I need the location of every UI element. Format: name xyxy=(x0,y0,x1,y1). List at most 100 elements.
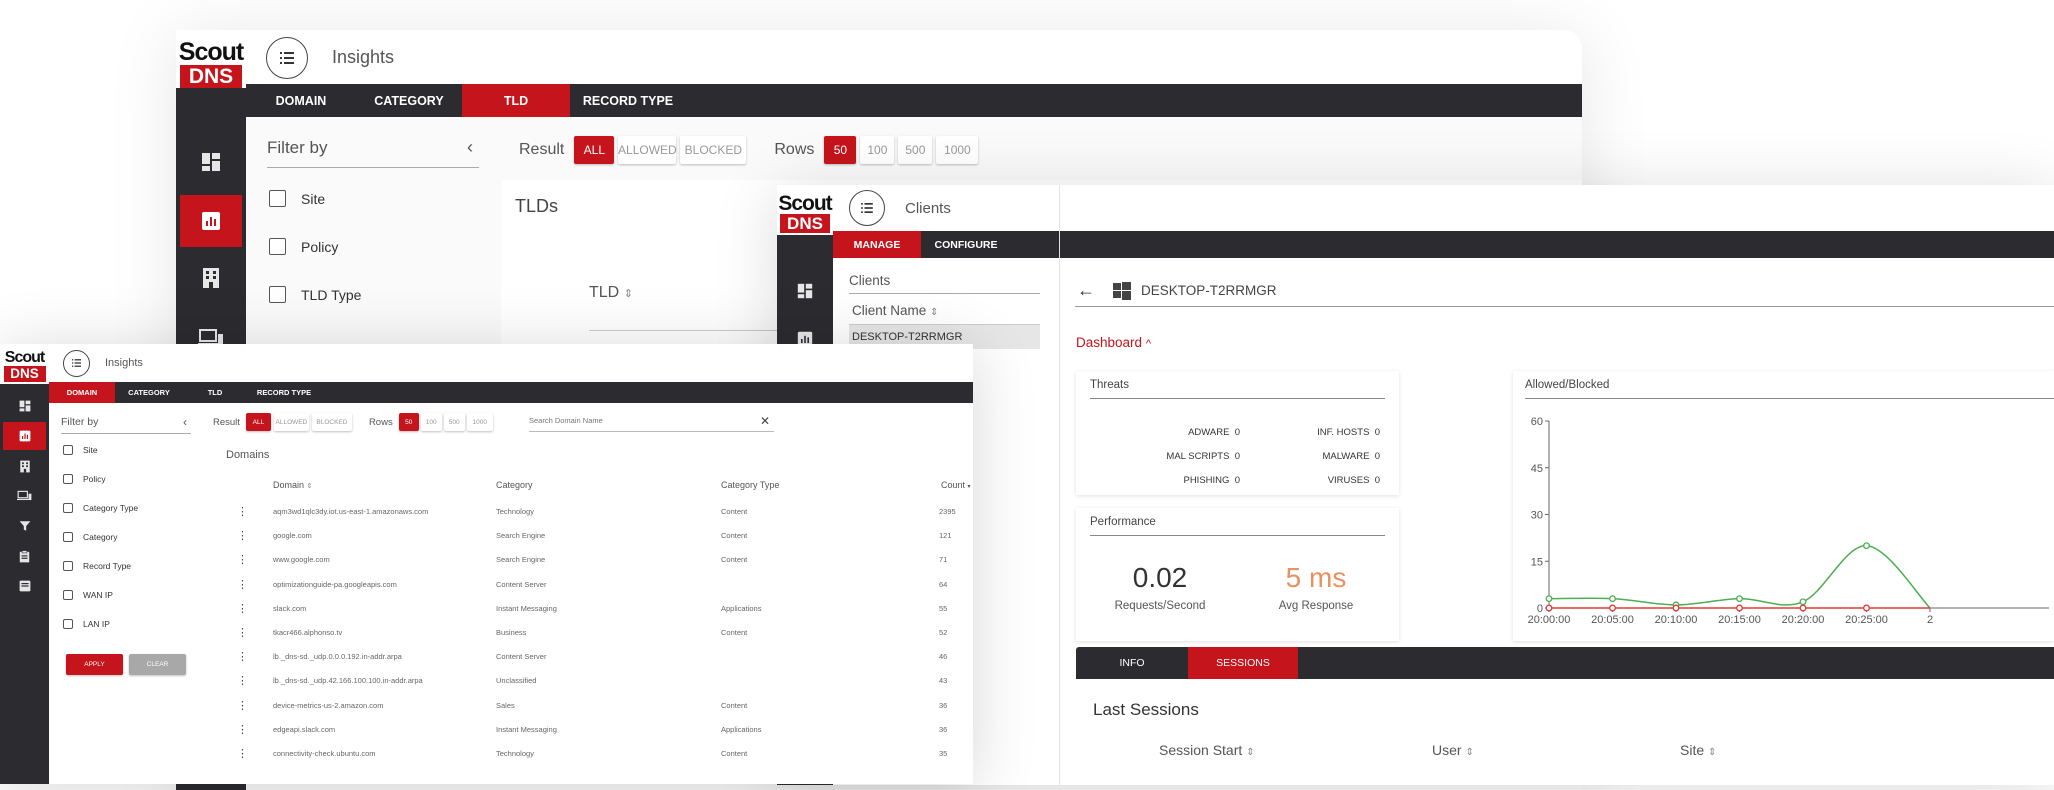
column-category-type[interactable]: Category Type xyxy=(721,480,779,490)
search-field[interactable]: ✕ xyxy=(529,410,774,432)
table-row[interactable]: ⋮ edgeapi.slack.com Instant Messaging Appli… xyxy=(210,718,973,742)
collapse-chevron-icon[interactable]: ‹ xyxy=(183,415,191,429)
nav-sites-icon[interactable] xyxy=(176,252,246,304)
table-row[interactable]: ⋮ tkacr466.alphonso.tv Business Content 52 xyxy=(210,621,973,645)
menu-icon[interactable] xyxy=(849,190,885,226)
column-category[interactable]: Category xyxy=(496,480,533,490)
result-blocked-button[interactable]: BLOCKED xyxy=(680,136,747,164)
nav-dashboard-icon[interactable] xyxy=(777,269,833,313)
table-row[interactable]: ⋮ device-metrics-us-2.amazon.com Sales Cont… xyxy=(210,694,973,718)
nav-logs-clipboard-icon[interactable] xyxy=(0,542,49,570)
tab-tld[interactable]: TLD xyxy=(462,84,570,117)
result-allowed-button[interactable]: ALLOWED xyxy=(618,136,677,164)
row-actions-kebab-icon[interactable]: ⋮ xyxy=(237,553,248,566)
tab-category[interactable]: CATEGORY xyxy=(356,84,462,117)
collapse-chevron-icon[interactable]: ‹ xyxy=(467,137,479,158)
table-row[interactable]: ⋮ aqm3wd1qlc3dy.iot.us-east-1.amazonaws.c… xyxy=(210,500,973,524)
tab-domain[interactable]: DOMAIN xyxy=(246,84,356,117)
tab-category[interactable]: CATEGORY xyxy=(115,382,183,403)
row-actions-kebab-icon[interactable]: ⋮ xyxy=(237,723,248,736)
tab-record-type[interactable]: RECORD TYPE xyxy=(247,382,321,403)
row-actions-kebab-icon[interactable]: ⋮ xyxy=(237,529,248,542)
table-row[interactable]: ⋮ google.com Search Engine Content 121 xyxy=(210,524,973,548)
rows-500-button[interactable]: 500 xyxy=(443,413,465,431)
apply-button[interactable]: APPLY xyxy=(66,654,123,675)
nav-sites-icon[interactable] xyxy=(0,452,49,480)
filter-option-category-type[interactable]: Category Type xyxy=(61,503,191,513)
tab-domain[interactable]: DOMAIN xyxy=(49,382,115,403)
checkbox[interactable] xyxy=(63,532,73,542)
search-input[interactable] xyxy=(529,416,729,425)
column-user[interactable]: User ⇕ xyxy=(1432,742,1474,758)
close-icon[interactable]: ✕ xyxy=(760,414,774,428)
tab-sessions[interactable]: SESSIONS xyxy=(1188,647,1298,679)
rows-1000-button[interactable]: 1000 xyxy=(936,136,979,164)
column-session-start[interactable]: Session Start ⇕ xyxy=(1159,742,1255,758)
nav-insights-icon[interactable] xyxy=(180,195,242,247)
nav-devices-icon[interactable] xyxy=(0,482,49,510)
menu-icon[interactable] xyxy=(63,349,90,377)
filter-option-category[interactable]: Category xyxy=(61,532,191,542)
row-actions-kebab-icon[interactable]: ⋮ xyxy=(237,602,248,615)
checkbox[interactable] xyxy=(63,474,73,484)
clear-button[interactable]: CLEAR xyxy=(129,654,186,675)
rows-50-button[interactable]: 50 xyxy=(398,413,419,431)
filter-option-site[interactable]: Site xyxy=(61,445,191,455)
checkbox[interactable] xyxy=(63,561,73,571)
rows-100-button[interactable]: 100 xyxy=(860,136,895,164)
checkbox[interactable] xyxy=(269,238,286,255)
table-row[interactable]: ⋮ lb._dns-sd._udp.42.166.100.100.in-addr.… xyxy=(210,669,973,693)
column-site[interactable]: Site ⇕ xyxy=(1680,742,1716,758)
table-row[interactable]: ⋮ slack.com Instant Messaging Applications 5… xyxy=(210,597,973,621)
checkbox[interactable] xyxy=(63,619,73,629)
checkbox[interactable] xyxy=(63,503,73,513)
dashboard-toggle[interactable]: Dashboard ^ xyxy=(1076,335,1151,350)
rows-100-button[interactable]: 100 xyxy=(420,413,442,431)
tab-info[interactable]: INFO xyxy=(1076,647,1188,679)
table-row[interactable]: ⋮ lb._dns-sd._udp.0.0.0.192.in-addr.arpa C… xyxy=(210,645,973,669)
rows-1000-button[interactable]: 1000 xyxy=(466,413,493,431)
column-domain[interactable]: Domain ⇕ xyxy=(273,480,312,490)
checkbox[interactable] xyxy=(269,286,286,303)
checkbox[interactable] xyxy=(63,590,73,600)
table-row[interactable]: ⋮ connectivity-check.ubuntu.com Technology… xyxy=(210,742,973,766)
row-actions-kebab-icon[interactable]: ⋮ xyxy=(237,626,248,639)
nav-filter-funnel-icon[interactable] xyxy=(0,512,49,540)
row-actions-kebab-icon[interactable]: ⋮ xyxy=(237,674,248,687)
filter-option-record-type[interactable]: Record Type xyxy=(61,561,191,571)
filter-option-wan-ip[interactable]: WAN IP xyxy=(61,590,191,600)
rows-500-button[interactable]: 500 xyxy=(898,136,933,164)
result-all-button[interactable]: ALL xyxy=(245,413,271,431)
row-actions-kebab-icon[interactable]: ⋮ xyxy=(237,747,248,760)
filter-option-tld-type[interactable]: TLD Type xyxy=(267,286,479,303)
row-actions-kebab-icon[interactable]: ⋮ xyxy=(237,699,248,712)
tab-record-type[interactable]: RECORD TYPE xyxy=(570,84,686,117)
column-client-name[interactable]: Client Name ⇕ xyxy=(849,303,1040,318)
result-all-button[interactable]: ALL xyxy=(574,136,615,164)
nav-dashboard-icon[interactable] xyxy=(0,392,49,420)
result-allowed-button[interactable]: ALLOWED xyxy=(273,413,309,431)
row-actions-kebab-icon[interactable]: ⋮ xyxy=(237,505,248,518)
nav-reports-icon[interactable] xyxy=(0,572,49,600)
menu-icon[interactable] xyxy=(266,36,308,79)
column-count[interactable]: Count ▾ xyxy=(941,480,971,490)
nav-insights-icon[interactable] xyxy=(3,422,46,450)
table-row[interactable]: ⋮ www.google.com Search Engine Content 71 xyxy=(210,548,973,572)
filter-option-lan-ip[interactable]: LAN IP xyxy=(61,619,191,629)
nav-dashboard-icon[interactable] xyxy=(176,136,246,188)
checkbox[interactable] xyxy=(63,445,73,455)
table-row[interactable]: ⋮ optimizationguide-pa.googleapis.com Cont… xyxy=(210,573,973,597)
tab-manage[interactable]: MANAGE xyxy=(833,231,921,258)
tab-tld[interactable]: TLD xyxy=(183,382,247,403)
tab-configure[interactable]: CONFIGURE xyxy=(921,231,1011,258)
checkbox[interactable] xyxy=(269,190,286,207)
row-actions-kebab-icon[interactable]: ⋮ xyxy=(237,578,248,591)
filter-option-policy[interactable]: Policy xyxy=(267,238,479,255)
filter-option-policy[interactable]: Policy xyxy=(61,474,191,484)
result-blocked-button[interactable]: BLOCKED xyxy=(311,413,352,431)
row-actions-kebab-icon[interactable]: ⋮ xyxy=(237,650,248,663)
rows-50-button[interactable]: 50 xyxy=(824,136,857,164)
filter-option-site[interactable]: Site xyxy=(267,190,479,207)
back-arrow-icon[interactable]: ← xyxy=(1077,280,1095,301)
column-tld[interactable]: TLD ⇕ xyxy=(589,284,633,302)
